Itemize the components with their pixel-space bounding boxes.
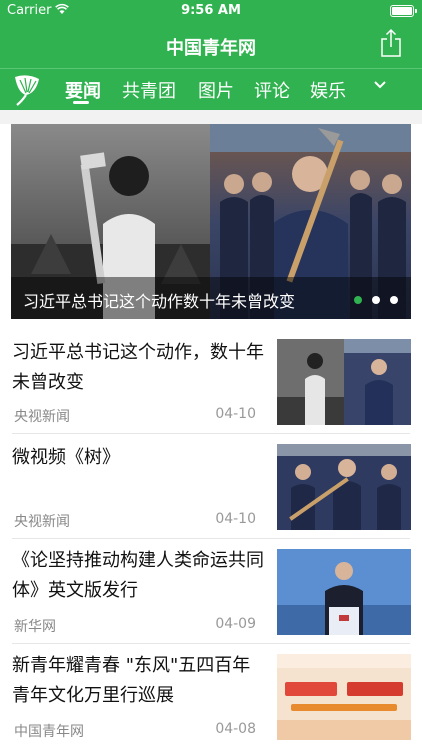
carousel-caption-bar: 习近平总书记这个动作数十年未曾改变 [11, 277, 411, 319]
carousel-caption: 习近平总书记这个动作数十年未曾改变 [23, 292, 296, 311]
carousel-dot-1[interactable] [354, 296, 362, 304]
share-icon[interactable] [379, 28, 403, 58]
tab-league[interactable]: 共青团 [122, 77, 176, 103]
article-thumbnail [277, 339, 411, 425]
article-source: 中国青年网 [14, 724, 84, 740]
chevron-down-icon[interactable] [373, 80, 387, 90]
page-title: 中国青年网 [166, 38, 256, 59]
tab-headlines[interactable]: 要闻 [65, 77, 101, 103]
list-item[interactable]: 《论坚持推动构建人类命运共同体》英文版发行 新华网 04-09 [0, 546, 422, 651]
article-title: 《论坚持推动构建人类命运共同体》英文版发行 [12, 550, 264, 601]
article-title: 微视频《树》 [12, 447, 120, 468]
tab-indicator [73, 101, 89, 104]
spacer-band [0, 110, 422, 124]
article-title: 习近平总书记这个动作，数十年未曾改变 [12, 342, 264, 393]
battery-icon [390, 5, 417, 17]
article-date: 04-09 [215, 616, 256, 632]
article-date: 04-10 [215, 511, 256, 527]
article-thumbnail [277, 654, 411, 740]
nav-header: Carrier 9:56 AM 中国青年网 [0, 0, 422, 68]
leaf-logo-icon[interactable] [12, 71, 42, 107]
carousel-dot-2[interactable] [372, 296, 380, 304]
article-thumbnail [277, 549, 411, 635]
status-bar: Carrier 9:56 AM [0, 0, 422, 22]
article-source: 央视新闻 [14, 409, 70, 425]
list-item[interactable]: 习近平总书记这个动作，数十年未曾改变 央视新闻 04-10 [0, 336, 422, 441]
tab-photos[interactable]: 图片 [198, 77, 234, 103]
divider [12, 643, 410, 644]
article-date: 04-10 [215, 406, 256, 422]
status-time: 9:56 AM [181, 3, 241, 18]
tab-entertainment[interactable]: 娱乐 [310, 77, 346, 103]
carousel-banner[interactable]: 习近平总书记这个动作数十年未曾改变 [11, 124, 411, 319]
divider [12, 538, 410, 539]
list-item[interactable]: 新青年耀青春 "东风"五四百年青年文化万里行巡展 中国青年网 04-08 [0, 651, 422, 756]
divider [12, 433, 410, 434]
channel-tabbar: 要闻 共青团 图片 评论 娱乐 [0, 68, 422, 111]
article-source: 央视新闻 [14, 514, 70, 530]
article-thumbnail [277, 444, 411, 530]
carousel-dot-3[interactable] [390, 296, 398, 304]
article-source: 新华网 [14, 619, 56, 635]
article-title: 新青年耀青春 "东风"五四百年青年文化万里行巡展 [12, 655, 251, 706]
list-item[interactable]: 微视频《树》 央视新闻 04-10 [0, 441, 422, 546]
tab-comments[interactable]: 评论 [254, 77, 290, 103]
article-date: 04-08 [215, 721, 256, 737]
